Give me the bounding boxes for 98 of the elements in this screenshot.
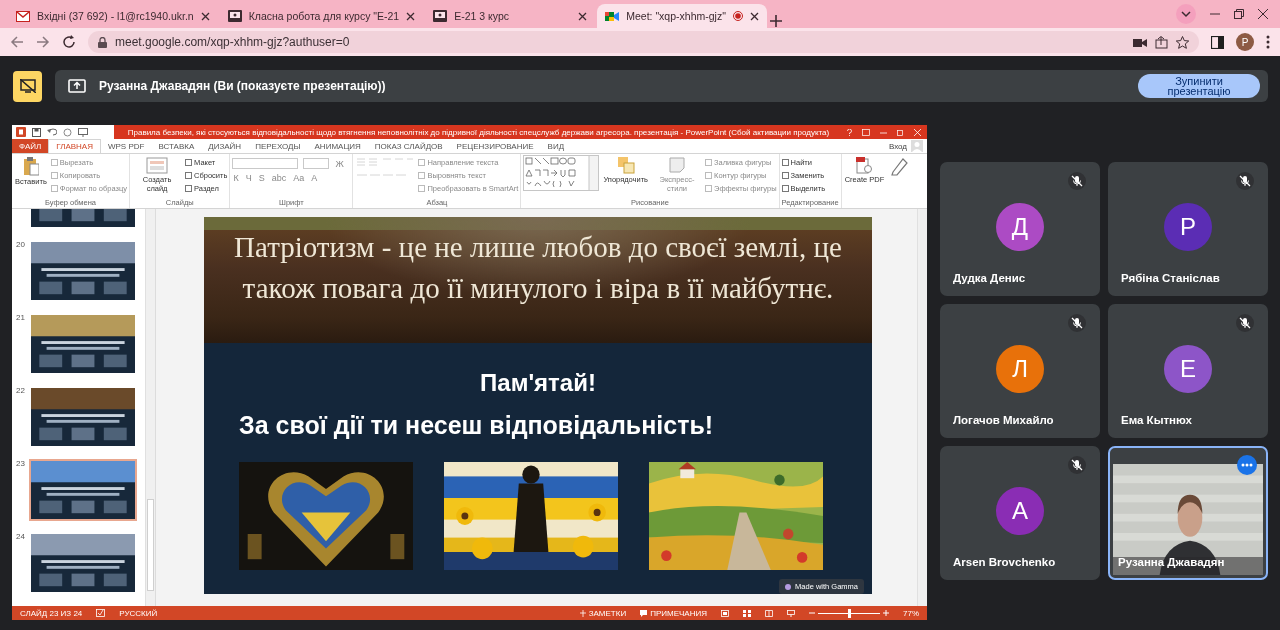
participant-name: Ема Кытнюх [1121, 414, 1192, 426]
share-icon[interactable] [1155, 35, 1168, 49]
reading-view-icon[interactable] [765, 609, 773, 617]
forward-icon[interactable] [36, 35, 50, 49]
avatar: Д [996, 203, 1044, 251]
ribbon-tab[interactable]: АНИМАЦИЯ [307, 139, 368, 153]
new-tab-icon[interactable] [769, 14, 784, 28]
quick-styles-icon [668, 156, 687, 174]
more-options-button[interactable] [1237, 455, 1257, 475]
profile-avatar[interactable]: P [1236, 33, 1254, 51]
present-off-button[interactable] [13, 70, 42, 102]
camera-off-icon[interactable] [1133, 36, 1147, 48]
slide-heading: Пам'ятай! [479, 369, 597, 399]
present-icon [68, 79, 86, 93]
slide-title: Патріотизм - це не лише любов до своєї землі, це також повага до її минулого і віра в її майбутнє. [234, 230, 842, 306]
notes-button[interactable]: ЗАМЕТКИ [579, 608, 627, 618]
avatar: Е [1164, 345, 1212, 393]
notes-icon [579, 609, 586, 617]
mic-off-icon [1236, 172, 1254, 190]
lock-icon [98, 36, 107, 48]
participant-name: Рябіна Станіслав [1121, 272, 1220, 284]
font-name-field[interactable] [232, 158, 299, 169]
presenter-label: Рузанна Джавадян (Ви (показуєте презентацію)) [99, 79, 387, 93]
close-icon[interactable] [1258, 9, 1268, 19]
ribbon-tab[interactable]: ВСТАВКА [151, 139, 202, 153]
slide-number: 22 [15, 386, 25, 395]
close-icon[interactable] [578, 11, 588, 21]
font-size-field[interactable] [303, 158, 330, 169]
stop-presenting-button[interactable]: Зупинити презентацію [1138, 74, 1260, 98]
participant-name: Arsen Brovchenko [953, 556, 1056, 568]
recording-icon [733, 11, 744, 21]
pen-icon [889, 156, 910, 176]
redo-icon[interactable] [63, 127, 72, 137]
sign-in-link[interactable]: Вход [888, 141, 907, 151]
scrollbar-thumb[interactable] [147, 499, 154, 591]
browser-tab[interactable]: Е-21 3 курс [425, 4, 596, 28]
ribbon-tab[interactable]: WPS PDF [100, 139, 152, 153]
help-icon[interactable] [847, 128, 852, 136]
reload-icon[interactable] [62, 35, 76, 49]
slide-number: 23 [15, 459, 25, 468]
more-icon [1241, 463, 1253, 467]
save-icon[interactable] [32, 127, 41, 137]
mic-off-icon [1236, 314, 1254, 332]
envelope-icon [16, 10, 30, 22]
side-panel-icon[interactable] [1211, 35, 1224, 49]
slide-subheading: За свої дії ти несеш відповідальність! [239, 411, 715, 442]
ribbon-tab[interactable]: ПЕРЕХОДЫ [248, 139, 308, 153]
avatar: Л [996, 345, 1044, 393]
more-icon[interactable] [1266, 35, 1270, 49]
presenter-icon[interactable] [787, 609, 795, 617]
comment-icon [640, 609, 648, 617]
participant-name: Дудка Денис [953, 272, 1026, 284]
zoom-percentage[interactable]: 77% [903, 608, 919, 618]
language-indicator[interactable]: РУССКИЙ [119, 608, 158, 618]
window-title: Правила безпеки, які стосуються відповідальності щодо втягнення неповнолітніх до підривної діяльності спецслужб держави агресора. презентація - PowerPoint (Сбой активации продукта) [126, 127, 831, 137]
ribbon-tab[interactable]: РЕЦЕНЗИРОВАНИЕ [449, 139, 541, 153]
close-icon[interactable] [406, 11, 416, 21]
ribbon-tab[interactable]: ВИД [540, 139, 572, 153]
ribbon-tab[interactable]: ДИЗАЙН [201, 139, 249, 153]
arrange-icon [616, 156, 635, 174]
tab-search-icon[interactable] [1176, 4, 1196, 24]
logo-icon [785, 583, 792, 590]
slide-sorter-icon[interactable] [743, 609, 751, 617]
browser-tab[interactable]: Meet: "xqp-xhhm-gjz" [597, 4, 768, 28]
video-camera-icon [605, 10, 620, 22]
presentation-board-icon [433, 10, 448, 22]
mic-off-icon [1068, 172, 1086, 190]
mic-off-icon [1068, 314, 1086, 332]
restore-icon[interactable] [1234, 9, 1244, 19]
ribbon-options-icon[interactable] [862, 128, 870, 136]
slide-counter: СЛАЙД 23 ИЗ 24 [20, 608, 83, 618]
present-off-icon [19, 79, 36, 93]
address-field[interactable]: meet.google.com/xqp-xhhm-gjz?authuser=0 [88, 31, 1199, 53]
plus-icon[interactable] [883, 610, 889, 616]
slide-number: 24 [15, 532, 25, 541]
participant-name: Логачов Михайло [953, 414, 1054, 426]
close-icon[interactable] [750, 11, 760, 21]
spellcheck-icon [96, 609, 106, 617]
normal-view-icon[interactable] [721, 609, 729, 617]
participant-name: Рузанна Джавадян [1118, 556, 1225, 568]
avatar: A [996, 487, 1044, 535]
browser-tab[interactable]: Класна робота для курсу "Е-21 [219, 4, 424, 28]
ribbon-tab[interactable]: ПОКАЗ СЛАЙДОВ [367, 139, 450, 153]
mic-off-icon [1068, 456, 1086, 474]
star-icon[interactable] [1176, 35, 1189, 49]
browser-tab[interactable]: Вхідні (37 692) - l1@rc1940.ukr.n [8, 4, 218, 28]
comments-button[interactable]: ПРИМЕЧАНИЯ [640, 608, 707, 618]
slideshow-icon[interactable] [78, 127, 88, 137]
slide-number: 20 [15, 240, 25, 249]
avatar: Р [1164, 203, 1212, 251]
close-icon[interactable] [200, 11, 210, 21]
undo-icon[interactable] [47, 128, 57, 136]
back-icon[interactable] [10, 35, 24, 49]
ribbon-tab[interactable]: ФАЙЛ [12, 139, 49, 153]
ribbon-tab[interactable]: ГЛАВНАЯ [48, 139, 101, 153]
presentation-board-icon [227, 10, 242, 22]
zoom-handle[interactable] [848, 608, 851, 618]
slide-number: 21 [15, 313, 25, 322]
